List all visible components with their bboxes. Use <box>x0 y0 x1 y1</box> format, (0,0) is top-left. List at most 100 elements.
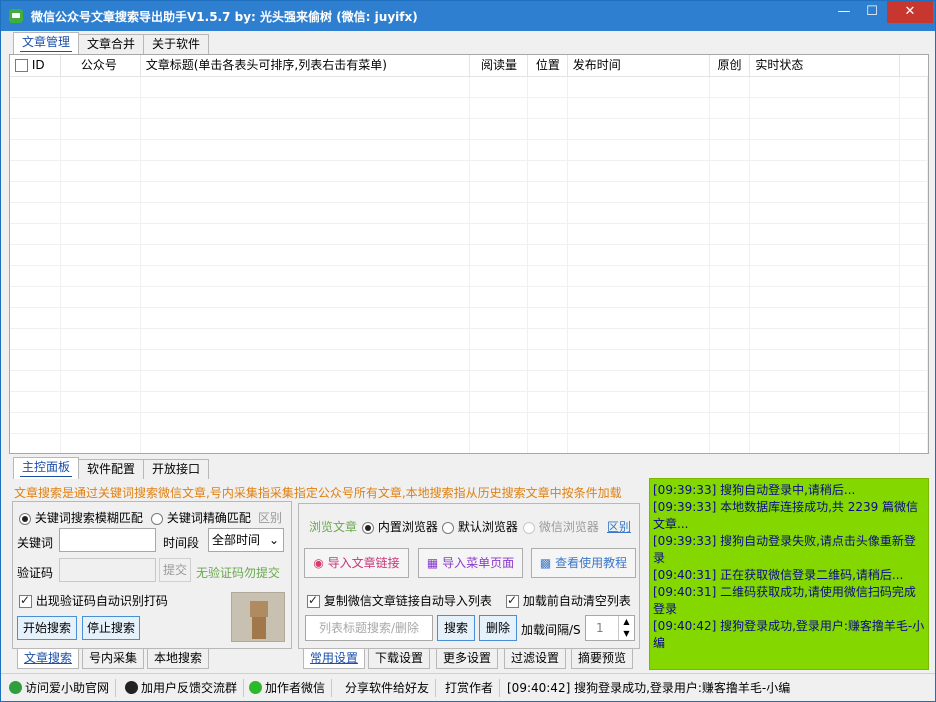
browse-label: 浏览文章 <box>309 520 358 534</box>
column-status[interactable]: 实时状态 <box>750 55 901 76</box>
title-bar[interactable]: 微信公众号文章搜索导出助手V1.5.7 by: 光头强来偷树 (微信: juyi… <box>1 1 935 31</box>
table-row <box>10 287 928 308</box>
tab-local-search[interactable]: 本地搜索 <box>147 649 210 669</box>
title-search-input[interactable]: 列表标题搜索/删除 <box>305 615 433 641</box>
start-search-button[interactable]: 开始搜索 <box>17 616 77 640</box>
radio-fuzzy[interactable]: 关键词搜索模糊匹配 <box>19 509 143 526</box>
list-delete-button[interactable]: 删除 <box>479 615 517 641</box>
table-row <box>10 77 928 98</box>
column-reads[interactable]: 阅读量 <box>470 55 528 76</box>
mascot-image <box>231 592 285 642</box>
close-button[interactable]: ✕ <box>887 1 933 23</box>
radio-builtin-browser[interactable]: 内置浏览器 <box>362 518 438 535</box>
tab-article-search[interactable]: 文章搜索 <box>17 649 80 669</box>
table-row <box>10 182 928 203</box>
tab-common-settings[interactable]: 常用设置 <box>303 649 366 669</box>
minimize-button[interactable]: — <box>831 1 857 23</box>
table-row <box>10 371 928 392</box>
visit-site-link[interactable]: 访问爱小助官网 <box>9 679 117 697</box>
log-line: [09:40:31] 二维码获取成功,请使用微信扫码完成登录 <box>653 585 916 616</box>
chevron-down-icon: ⌄ <box>268 533 279 547</box>
clear-before-load-checkbox[interactable]: 加载前自动清空列表 <box>506 592 631 609</box>
column-publish-time[interactable]: 发布时间 <box>568 55 711 76</box>
log-panel[interactable]: [09:39:33] 搜狗自动登录中,请稍后... [09:39:33] 本地数… <box>649 478 929 670</box>
captcha-input[interactable] <box>59 558 156 582</box>
window-title: 微信公众号文章搜索导出助手V1.5.7 by: 光头强来偷树 (微信: juyi… <box>31 10 418 24</box>
period-label: 时间段 <box>163 536 200 550</box>
radio-wechat-browser[interactable]: 微信浏览器 <box>523 518 599 535</box>
list-header: ID 公众号 文章标题(单击各表头可排序,列表右击有菜单) 阅读量 位置 发布时… <box>10 55 928 77</box>
status-bar: 访问爱小助官网 加用户反馈交流群 加作者微信 分享软件给好友 打赏作者 [09:… <box>1 673 935 701</box>
share-link[interactable]: 分享软件给好友 <box>345 679 437 697</box>
settings-panel: 浏览文章 内置浏览器 默认浏览器 微信浏览器 区别 ◉ 导入文章链接 ▦ 导入菜… <box>298 503 640 649</box>
browser-distinguish-link[interactable]: 区别 <box>607 518 631 535</box>
search-panel: 关键词搜索模糊匹配 关键词精确匹配 区别 关键词 时间段 全部时间 ⌄ 验证码 提… <box>12 501 292 649</box>
tip-author-link[interactable]: 打赏作者 <box>445 679 501 697</box>
log-line: [09:39:33] 本地数据库连接成功,共 2239 篇微信文章... <box>653 500 919 531</box>
stepper-up-icon[interactable]: ▲ <box>618 616 634 628</box>
article-list[interactable]: ID 公众号 文章标题(单击各表头可排序,列表右击有菜单) 阅读量 位置 发布时… <box>9 54 929 454</box>
tab-software-config[interactable]: 软件配置 <box>78 459 145 479</box>
log-line: [09:40:42] 搜狗登录成功,登录用户:赚客撸羊毛-小编 <box>653 619 925 650</box>
join-group-link[interactable]: 加用户反馈交流群 <box>125 679 245 697</box>
period-select[interactable]: 全部时间 ⌄ <box>208 528 284 552</box>
tab-open-api[interactable]: 开放接口 <box>143 459 210 479</box>
log-line: [09:40:31] 正在获取微信登录二维码,请稍后... <box>653 568 904 582</box>
column-position[interactable]: 位置 <box>528 55 568 76</box>
control-tabs: 主控面板 软件配置 开放接口 <box>13 457 210 479</box>
table-row <box>10 224 928 245</box>
table-row <box>10 308 928 329</box>
table-row <box>10 434 928 453</box>
shield-icon <box>9 681 22 694</box>
keyword-label: 关键词 <box>17 536 54 550</box>
table-row <box>10 350 928 371</box>
column-account[interactable]: 公众号 <box>61 55 141 76</box>
qq-icon <box>125 681 138 694</box>
table-row <box>10 413 928 434</box>
status-message: [09:40:42] 搜狗登录成功,登录用户:赚客撸羊毛-小编 <box>507 681 791 695</box>
tab-account-collect[interactable]: 号内采集 <box>82 649 145 669</box>
list-search-button[interactable]: 搜索 <box>437 615 475 641</box>
menu-icon: ▦ <box>426 556 439 570</box>
book-icon: ▩ <box>539 556 552 570</box>
stop-search-button[interactable]: 停止搜索 <box>82 616 140 640</box>
radio-default-browser[interactable]: 默认浏览器 <box>442 518 518 535</box>
select-all-checkbox[interactable] <box>15 59 28 72</box>
table-row <box>10 98 928 119</box>
distinguish-link[interactable]: 区别 <box>258 509 282 526</box>
wechat-icon <box>249 681 262 694</box>
tab-article-merge[interactable]: 文章合并 <box>78 34 145 54</box>
column-title[interactable]: 文章标题(单击各表头可排序,列表右击有菜单) <box>141 55 470 76</box>
table-row <box>10 203 928 224</box>
tab-main-panel[interactable]: 主控面板 <box>13 457 80 479</box>
auto-captcha-checkbox[interactable]: 出现验证码自动识别打码 <box>19 592 168 609</box>
link-icon: ◉ <box>313 556 324 570</box>
import-menu-button[interactable]: ▦ 导入菜单页面 <box>418 548 523 578</box>
radio-exact[interactable]: 关键词精确匹配 <box>151 509 251 526</box>
tab-about[interactable]: 关于软件 <box>143 34 210 54</box>
table-row <box>10 245 928 266</box>
submit-captcha-button[interactable]: 提交 <box>159 558 191 582</box>
add-wechat-link[interactable]: 加作者微信 <box>249 679 333 697</box>
tab-article-manage[interactable]: 文章管理 <box>13 32 80 54</box>
captcha-label: 验证码 <box>17 566 54 580</box>
maximize-button[interactable]: ☐ <box>859 1 885 23</box>
tab-more-settings[interactable]: 更多设置 <box>436 649 499 669</box>
log-line: [09:39:33] 搜狗自动登录失败,请点击头像重新登录 <box>653 534 916 565</box>
interval-stepper[interactable]: 1 ▲ ▼ <box>585 615 635 641</box>
notice-text: 文章搜索是通过关键词搜索微信文章,号内采集指采集指定公众号所有文章,本地搜索指从… <box>14 486 622 500</box>
stepper-down-icon[interactable]: ▼ <box>618 628 634 640</box>
tutorial-button[interactable]: ▩ 查看使用教程 <box>531 548 636 578</box>
no-captcha-hint: 无验证码勿提交 <box>196 566 281 580</box>
column-id[interactable]: ID <box>10 55 61 76</box>
tab-filter-settings[interactable]: 过滤设置 <box>504 649 567 669</box>
keyword-input[interactable] <box>59 528 156 552</box>
copy-auto-import-checkbox[interactable]: 复制微信文章链接自动导入列表 <box>307 592 492 609</box>
app-window: 微信公众号文章搜索导出助手V1.5.7 by: 光头强来偷树 (微信: juyi… <box>0 0 936 702</box>
column-original[interactable]: 原创 <box>710 55 751 76</box>
import-link-button[interactable]: ◉ 导入文章链接 <box>304 548 409 578</box>
tab-download-settings[interactable]: 下载设置 <box>368 649 431 669</box>
log-line: [09:39:33] 搜狗自动登录中,请稍后... <box>653 483 856 497</box>
table-row <box>10 140 928 161</box>
tab-summary-preview[interactable]: 摘要预览 <box>571 649 634 669</box>
